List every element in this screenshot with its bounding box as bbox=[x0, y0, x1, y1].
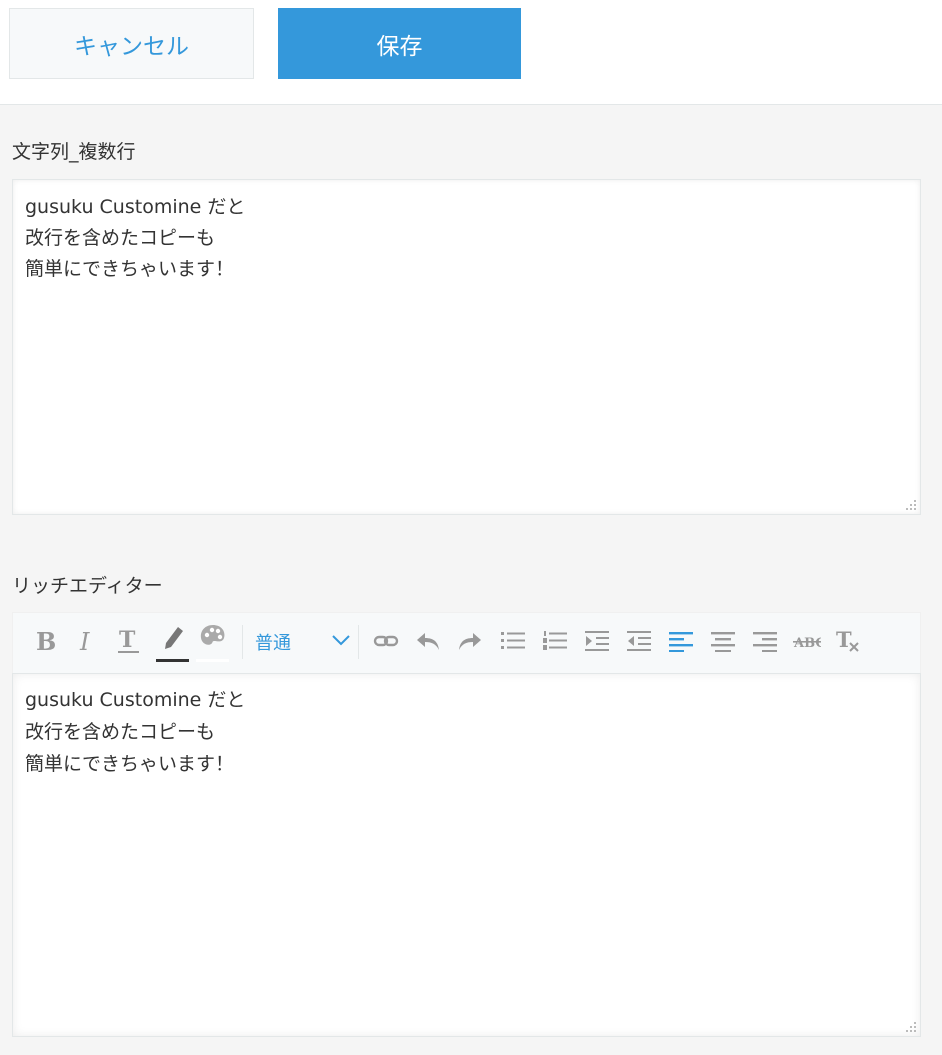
align-left-icon[interactable] bbox=[666, 623, 696, 659]
rich-editor-content[interactable]: gusuku Customine だと 改行を含めたコピーも 簡単にできちゃいま… bbox=[12, 673, 921, 1037]
italic-icon[interactable]: I bbox=[73, 623, 103, 659]
text-line: gusuku Customine だと bbox=[25, 196, 246, 218]
svg-text:I: I bbox=[79, 628, 90, 654]
strikethrough-icon[interactable]: ABC bbox=[792, 623, 822, 659]
bulleted-list-icon[interactable] bbox=[498, 623, 528, 659]
svg-text:T: T bbox=[119, 627, 136, 653]
multiline-field-label: 文字列_複数行 bbox=[12, 141, 136, 163]
bold-icon[interactable]: B bbox=[31, 623, 61, 659]
rich-editor-toolbar: B I T 普通 ABC T bbox=[12, 612, 921, 673]
text-line: 改行を含めたコピーも bbox=[25, 227, 216, 249]
action-bar: キャンセル 保存 bbox=[0, 0, 942, 105]
clear-format-icon[interactable]: T bbox=[834, 623, 864, 659]
svg-text:ABC: ABC bbox=[793, 636, 821, 651]
save-button[interactable]: 保存 bbox=[278, 8, 521, 79]
chevron-down-icon bbox=[332, 635, 350, 646]
outdent-icon[interactable] bbox=[624, 623, 654, 659]
align-center-icon[interactable] bbox=[708, 623, 738, 659]
background-color-icon[interactable] bbox=[196, 623, 230, 662]
link-icon[interactable] bbox=[371, 623, 401, 659]
text-line: 簡単にできちゃいます！ bbox=[25, 753, 235, 775]
svg-text:T: T bbox=[836, 628, 852, 652]
indent-icon[interactable] bbox=[582, 623, 612, 659]
format-select-value: 普通 bbox=[255, 633, 291, 654]
toolbar-separator bbox=[242, 625, 243, 659]
redo-icon[interactable] bbox=[455, 623, 485, 659]
underline-icon[interactable]: T bbox=[114, 623, 144, 659]
format-select[interactable]: 普通 bbox=[253, 623, 357, 661]
numbered-list-icon[interactable] bbox=[540, 623, 570, 659]
multiline-textarea[interactable]: gusuku Customine だと 改行を含めたコピーも 簡単にできちゃいま… bbox=[12, 179, 921, 515]
align-right-icon[interactable] bbox=[750, 623, 780, 659]
text-line: gusuku Customine だと bbox=[25, 689, 246, 711]
toolbar-separator bbox=[358, 625, 359, 659]
rich-editor-label: リッチエディター bbox=[12, 575, 163, 597]
resize-handle-icon[interactable] bbox=[904, 1020, 918, 1034]
text-color-icon[interactable] bbox=[156, 623, 190, 662]
text-line: 改行を含めたコピーも bbox=[25, 721, 216, 743]
undo-icon[interactable] bbox=[413, 623, 443, 659]
cancel-button[interactable]: キャンセル bbox=[9, 8, 254, 79]
svg-text:B: B bbox=[36, 628, 56, 654]
text-line: 簡単にできちゃいます！ bbox=[25, 258, 235, 280]
resize-handle-icon[interactable] bbox=[904, 498, 918, 512]
